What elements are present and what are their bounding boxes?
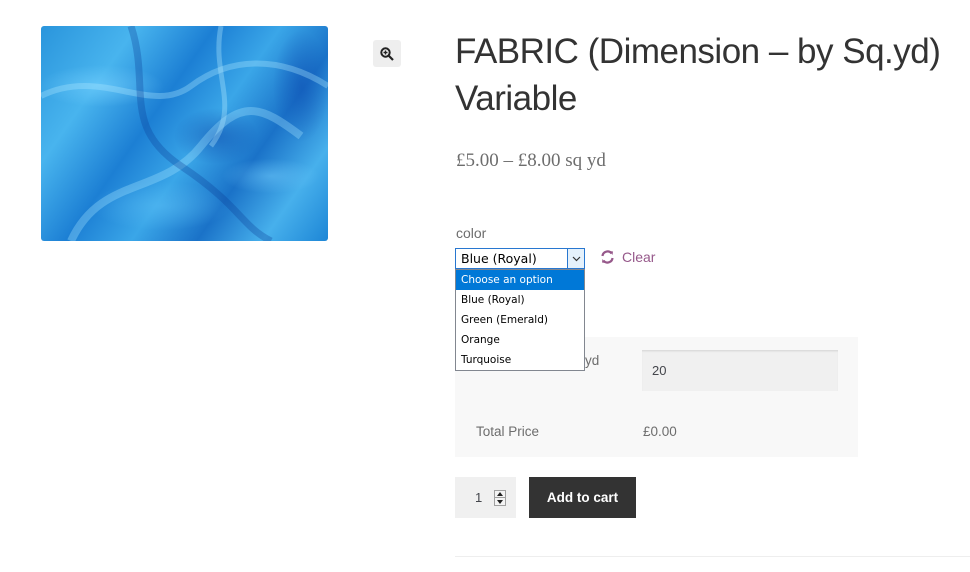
decrement-icon[interactable]	[495, 498, 505, 505]
variation-label: color	[456, 225, 487, 241]
quantity-spinner[interactable]	[494, 490, 506, 506]
dropdown-option[interactable]: Orange	[456, 330, 584, 350]
magnifier-plus-icon	[380, 46, 394, 61]
dropdown-option[interactable]: Turquoise	[456, 350, 584, 370]
dimension-input[interactable]: 20	[642, 350, 838, 391]
dropdown-option[interactable]: Green (Emerald)	[456, 310, 584, 330]
clear-variation-link[interactable]: Clear	[600, 249, 655, 265]
refresh-icon	[601, 250, 614, 264]
fabric-folds	[41, 26, 328, 241]
color-select[interactable]: Blue (Royal)	[455, 248, 585, 269]
image-zoom-button[interactable]	[373, 40, 401, 67]
color-dropdown-list[interactable]: Choose an option Blue (Royal) Green (Eme…	[455, 269, 585, 371]
quantity-stepper[interactable]: 1	[455, 477, 516, 518]
add-to-cart-button[interactable]: Add to cart	[529, 477, 636, 518]
total-price-label: Total Price	[476, 424, 540, 439]
chevron-down-icon[interactable]	[567, 249, 584, 268]
product-title: FABRIC (Dimension – by Sq.yd) Variable	[455, 32, 941, 118]
dimension-label: yd	[585, 353, 600, 368]
product-price: £5.00 – £8.00 sq yd	[456, 150, 606, 171]
clear-label: Clear	[622, 249, 656, 265]
product-image[interactable]	[41, 26, 328, 241]
dropdown-option[interactable]: Choose an option	[456, 270, 584, 290]
dropdown-option[interactable]: Blue (Royal)	[456, 290, 584, 310]
total-price-value: £0.00	[643, 424, 677, 439]
divider	[455, 556, 970, 557]
increment-icon[interactable]	[495, 491, 505, 498]
color-select-value: Blue (Royal)	[461, 251, 537, 266]
quantity-value: 1	[475, 490, 483, 505]
